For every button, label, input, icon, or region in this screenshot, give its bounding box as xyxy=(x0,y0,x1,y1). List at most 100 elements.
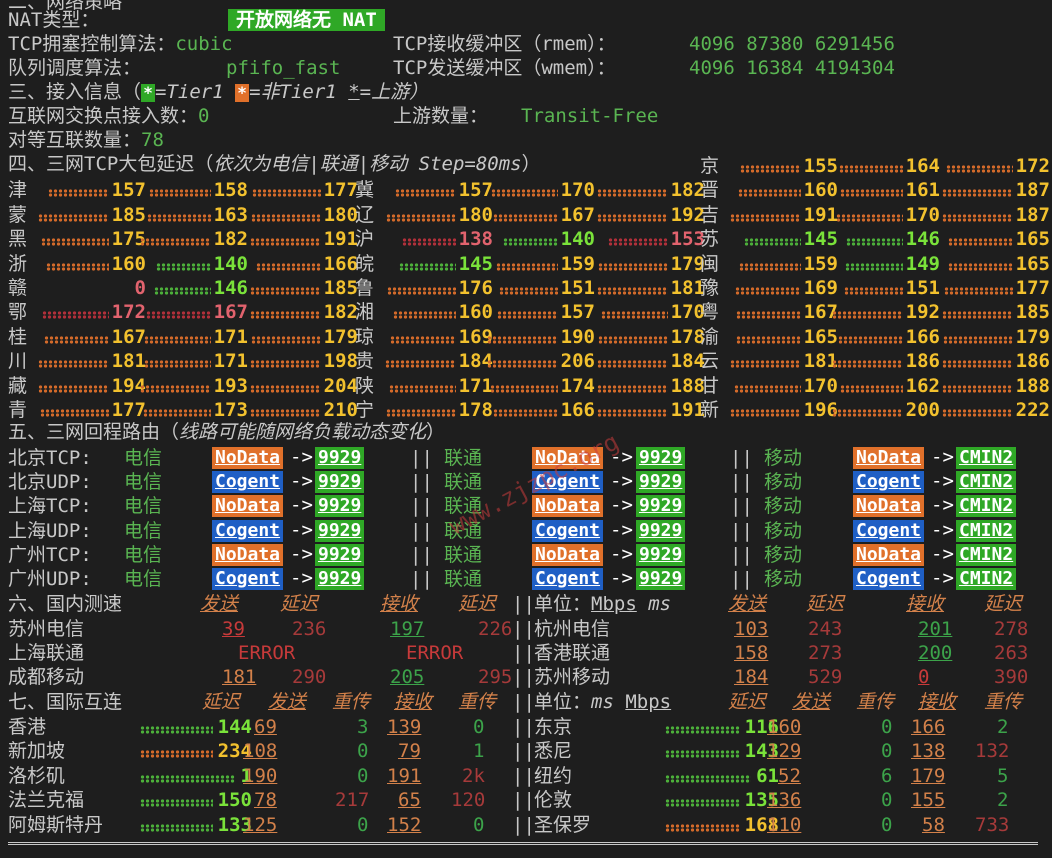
ix-label: 互联网交换点接入数： xyxy=(8,105,199,127)
intl-latency: 61 xyxy=(665,764,779,788)
intl-r2: 2 xyxy=(997,789,1009,812)
latency-cell: 182 xyxy=(595,178,705,202)
ix-row: 互联网交换点接入数：0 上游数量： Transit-Free xyxy=(8,104,658,128)
latency-cell: 187 xyxy=(940,178,1050,202)
bottom-rule xyxy=(8,842,1038,845)
intl-r1: 0 xyxy=(881,813,893,836)
route-arrow: -> xyxy=(931,518,954,541)
latency-value: 210 xyxy=(323,399,358,421)
intl-latency: 143 xyxy=(665,739,779,763)
route-tag-destination: 9929 xyxy=(636,495,686,518)
route-separator: || xyxy=(410,568,433,590)
speedtest-node: 苏州移动 xyxy=(534,666,611,689)
speedtest-send: 184 xyxy=(734,666,769,689)
s7-unit-label: 单位： xyxy=(534,691,592,713)
route-separator: || xyxy=(410,471,433,494)
latency-dots xyxy=(843,287,903,295)
route-tag-destination: 9929 xyxy=(315,471,365,494)
intl-node: 圣保罗 xyxy=(534,813,592,836)
route-isp: 移动 xyxy=(764,495,803,518)
latency-value: 182 xyxy=(213,228,248,251)
latency-dots xyxy=(389,335,456,344)
latency-dots xyxy=(250,360,321,369)
latency-cell: 181 xyxy=(595,276,705,300)
province-label: 津 xyxy=(8,179,28,202)
intl-node: 洛杉矶 xyxy=(8,764,66,787)
province-label: 京 xyxy=(700,155,720,177)
route-tag-destination: CMIN2 xyxy=(956,447,1017,469)
latency-value: 200 xyxy=(905,399,940,421)
latency-cell: 192 xyxy=(830,300,940,324)
route-tag-destination: 9929 xyxy=(315,543,365,566)
latency-dots xyxy=(597,409,668,417)
latency-cell: 160 xyxy=(728,178,838,202)
s6-h-lat2: 延迟 xyxy=(458,593,497,615)
latency-value: 166 xyxy=(323,252,358,275)
latency-dots xyxy=(46,262,109,271)
route-proto: TCP: xyxy=(46,543,92,566)
latency-dots xyxy=(948,238,1013,247)
latency-cell: 190 xyxy=(485,325,595,349)
province-label: 川 xyxy=(8,350,28,373)
speedtest-send: 39 xyxy=(222,618,245,640)
latency-value: 188 xyxy=(1015,374,1050,397)
speedtest-separator: || xyxy=(512,618,535,640)
latency-dots xyxy=(41,311,109,320)
intl-r2: 120 xyxy=(451,789,486,812)
s7-h-send: 发送 xyxy=(268,691,307,713)
intl-recv: 58 xyxy=(922,813,945,836)
intl-latency-dots xyxy=(140,799,213,808)
province-label: 渝 xyxy=(700,325,720,348)
latency-cell: 185 xyxy=(940,300,1050,324)
route-isp: 移动 xyxy=(764,543,803,566)
latency-cell: 159 xyxy=(485,252,595,276)
section4-subtitle: 依次为电信|联通|移动 Step=80ms xyxy=(213,153,522,175)
intl-r2: 733 xyxy=(975,813,1010,836)
route-tag-destination: 9929 xyxy=(315,519,365,542)
intl-send: 110 xyxy=(767,813,802,836)
latency-value: 140 xyxy=(560,228,595,251)
s6-r-h-recv: 接收 xyxy=(906,593,945,615)
latency-value: 151 xyxy=(905,277,940,299)
route-tag-carrier: NoData xyxy=(212,495,284,518)
route-tag-destination: CMIN2 xyxy=(956,568,1017,590)
latency-cell: 160 xyxy=(383,300,493,324)
intl-latency-dots xyxy=(665,750,740,759)
latency-value: 159 xyxy=(560,252,595,275)
route-tag-destination: 9929 xyxy=(636,447,686,469)
province-label: 苏 xyxy=(700,228,720,251)
intl-separator: || xyxy=(512,813,535,836)
province-label: 甘 xyxy=(700,374,720,397)
speedtest-node: 杭州电信 xyxy=(534,618,611,640)
route-arrow: -> xyxy=(610,567,633,589)
section3-title: 三、接入信息（ * =Tier1 * =非Tier1 *=上游） xyxy=(8,80,428,104)
qdisc-value: pfifo_fast xyxy=(226,57,341,79)
latency-cell: 146 xyxy=(830,227,940,251)
latency-cell: 162 xyxy=(830,374,940,398)
s7-r-h-lat: 延迟 xyxy=(728,691,767,713)
latency-dots xyxy=(597,213,668,222)
latency-cell: 157 xyxy=(36,178,146,202)
latency-dots xyxy=(832,311,903,320)
intl-separator: || xyxy=(512,789,535,812)
intl-send: 108 xyxy=(243,740,278,763)
latency-cell: 185 xyxy=(36,203,146,227)
latency-cell: 181 xyxy=(36,349,146,373)
latency-dots xyxy=(385,213,456,222)
route-tag-carrier: NoData xyxy=(212,543,284,566)
latency-dots xyxy=(832,409,903,417)
latency-cell: 170 xyxy=(595,300,705,324)
latency-dots xyxy=(738,189,801,198)
intl-recv: 179 xyxy=(911,764,946,787)
s7-r-h-recv: 接收 xyxy=(918,691,957,713)
latency-cell: 186 xyxy=(830,349,940,373)
intl-latency: 116 xyxy=(665,715,779,739)
route-city: 广州 xyxy=(8,543,47,566)
speedtest-lat2: 263 xyxy=(994,642,1029,665)
speedtest-recv: 197 xyxy=(390,618,425,640)
speedtest-recv: ERROR xyxy=(406,642,464,665)
province-label: 新 xyxy=(700,399,720,421)
intl-latency: 133 xyxy=(140,813,252,837)
province-label: 闽 xyxy=(700,252,720,275)
route-arrow: -> xyxy=(931,542,954,565)
